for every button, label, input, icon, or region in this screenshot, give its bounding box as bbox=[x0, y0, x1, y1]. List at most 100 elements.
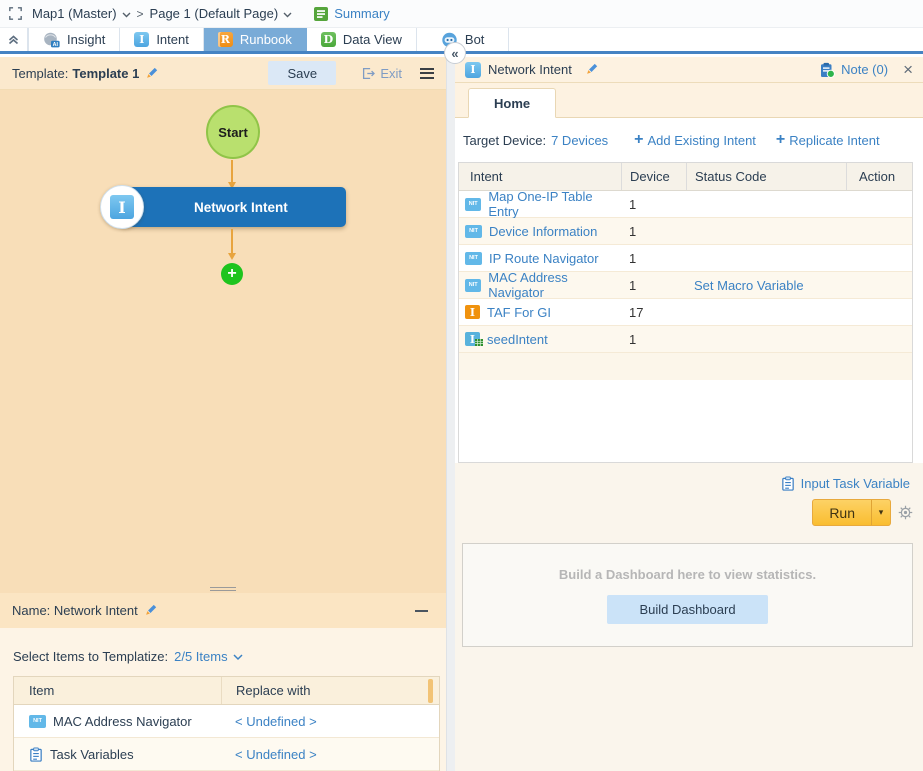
target-device-label: Target Device: bbox=[463, 132, 547, 148]
intent-icon: I bbox=[465, 61, 481, 78]
add-step-button[interactable]: + bbox=[221, 263, 243, 285]
tab-label: Bot bbox=[464, 32, 485, 47]
note-icon bbox=[819, 62, 835, 78]
tab-home[interactable]: Home bbox=[468, 88, 557, 118]
device-count: 1 bbox=[629, 250, 637, 266]
chevron-down-icon[interactable] bbox=[283, 6, 292, 21]
page-title[interactable]: Page 1 (Default Page) bbox=[150, 6, 279, 21]
status-code-link[interactable]: Set Macro Variable bbox=[686, 272, 846, 298]
intent-icon: I bbox=[134, 32, 150, 47]
device-count: 17 bbox=[629, 304, 644, 320]
undefined-link[interactable]: < Undefined > bbox=[235, 714, 317, 729]
panel-collapse-button[interactable]: « bbox=[444, 42, 466, 64]
action-cell bbox=[846, 218, 912, 244]
intent-link[interactable]: MAC Address Navigator bbox=[488, 270, 621, 300]
summary-button[interactable]: Summary bbox=[314, 6, 390, 21]
device-count: 1 bbox=[629, 223, 637, 239]
app-window: Map1 (Master) > Page 1 (Default Page) Su… bbox=[0, 0, 923, 771]
action-cell bbox=[846, 191, 912, 217]
intent-link[interactable]: TAF For GI bbox=[487, 305, 551, 320]
replicate-intent-button[interactable]: + Replicate Intent bbox=[776, 132, 880, 148]
minimize-icon[interactable] bbox=[415, 609, 428, 612]
exit-icon bbox=[362, 67, 376, 80]
start-node[interactable]: Start bbox=[206, 105, 260, 159]
edit-pencil-icon[interactable] bbox=[145, 67, 158, 80]
data-view-icon: D bbox=[320, 32, 336, 47]
table-row[interactable]: NIT Map One-IP Table Entry 1 bbox=[459, 189, 912, 219]
run-button[interactable]: Run bbox=[813, 500, 871, 525]
network-intent-node[interactable]: Network Intent bbox=[120, 187, 346, 227]
note-button[interactable]: Note (0) bbox=[819, 62, 888, 78]
column-header-item: Item bbox=[29, 683, 55, 698]
runbook-editor: Template: Template 1 Save Exit Start Net… bbox=[0, 57, 446, 771]
table-row[interactable]: NIT IP Route Navigator 1 bbox=[459, 245, 912, 272]
map-title[interactable]: Map1 (Master) bbox=[32, 6, 117, 21]
device-count: 1 bbox=[629, 277, 637, 293]
intent-link[interactable]: Map One-IP Table Entry bbox=[488, 189, 621, 219]
table-row[interactable]: I seedIntent 1 bbox=[459, 326, 912, 353]
runbook-canvas[interactable]: Start Network Intent I + bbox=[0, 90, 446, 585]
input-task-variable-button[interactable]: Input Task Variable bbox=[455, 476, 910, 491]
add-existing-intent-button[interactable]: + Add Existing Intent bbox=[634, 132, 756, 148]
status-code[interactable] bbox=[686, 191, 846, 217]
nit-icon: NIT bbox=[29, 714, 46, 728]
select-items-value[interactable]: 2/5 Items bbox=[174, 649, 227, 664]
target-device-value[interactable]: 7 Devices bbox=[551, 133, 608, 148]
table-row[interactable]: Task Variables < Undefined > bbox=[14, 738, 439, 771]
tab-data-view[interactable]: D Data View bbox=[307, 28, 417, 51]
run-split-button[interactable]: Run ▾ bbox=[812, 499, 891, 526]
status-code[interactable] bbox=[686, 299, 846, 325]
name-label: Name: bbox=[12, 603, 51, 618]
tab-runbook[interactable]: R Runbook bbox=[203, 28, 307, 51]
table-row[interactable]: I TAF For GI 17 bbox=[459, 299, 912, 326]
undefined-link[interactable]: < Undefined > bbox=[235, 747, 317, 762]
template-bar: Template: Template 1 Save Exit bbox=[0, 57, 446, 90]
nit-icon: NIT bbox=[465, 251, 482, 265]
intent-link[interactable]: Device Information bbox=[489, 224, 597, 239]
templatize-panel: Select Items to Templatize: 2/5 Items It… bbox=[0, 628, 446, 771]
device-count: 1 bbox=[629, 331, 637, 347]
table-row[interactable]: NIT MAC Address Navigator 1 Set Macro Va… bbox=[459, 270, 912, 300]
settings-gear-icon[interactable] bbox=[898, 505, 913, 520]
intent-name-bar: Name: Network Intent bbox=[0, 593, 446, 628]
tab-intent[interactable]: I Intent bbox=[120, 28, 204, 51]
exit-button[interactable]: Exit bbox=[362, 66, 402, 81]
build-dashboard-button[interactable]: Build Dashboard bbox=[607, 594, 768, 624]
scrollbar-thumb[interactable] bbox=[428, 679, 433, 703]
intent-node-icon[interactable]: I bbox=[100, 185, 144, 229]
status-code[interactable] bbox=[686, 245, 846, 271]
close-icon[interactable]: × bbox=[903, 61, 913, 78]
dashboard-hint: Build a Dashboard here to view statistic… bbox=[558, 566, 817, 582]
task-variables-icon bbox=[29, 746, 43, 762]
panel-title: Network Intent bbox=[488, 62, 572, 77]
table-row[interactable]: NIT MAC Address Navigator < Undefined > bbox=[14, 705, 439, 738]
edit-pencil-icon[interactable] bbox=[585, 63, 598, 76]
panel-header: I Network Intent Note (0) × bbox=[455, 57, 923, 83]
chevron-down-icon[interactable] bbox=[233, 649, 243, 664]
item-label: MAC Address Navigator bbox=[53, 713, 192, 729]
table-row[interactable]: NIT Device Information 1 bbox=[459, 218, 912, 245]
plus-icon: + bbox=[634, 131, 644, 148]
panel-tab-bar: Home bbox=[455, 83, 923, 118]
panel-splitter-handle[interactable] bbox=[0, 585, 446, 593]
menu-icon[interactable] bbox=[420, 67, 434, 79]
save-button[interactable]: Save bbox=[268, 61, 337, 85]
run-dropdown-caret[interactable]: ▾ bbox=[871, 500, 890, 525]
summary-label: Summary bbox=[334, 6, 390, 21]
intent-link[interactable]: IP Route Navigator bbox=[489, 251, 599, 266]
chevron-down-icon[interactable] bbox=[122, 6, 131, 21]
fullscreen-icon[interactable] bbox=[9, 7, 22, 20]
action-cell bbox=[846, 299, 912, 325]
status-code[interactable] bbox=[686, 218, 846, 244]
select-items-label: Select Items to Templatize: bbox=[13, 649, 169, 664]
note-label: Note (0) bbox=[841, 62, 889, 77]
action-cell bbox=[846, 272, 912, 298]
tab-insight[interactable]: AI Insight bbox=[28, 28, 121, 51]
flow-connector bbox=[231, 160, 233, 184]
exit-label: Exit bbox=[380, 65, 402, 81]
intent-link[interactable]: seedIntent bbox=[487, 332, 548, 347]
collapse-up-icon[interactable] bbox=[0, 28, 28, 51]
edit-pencil-icon[interactable] bbox=[144, 604, 157, 617]
status-code[interactable] bbox=[686, 326, 846, 352]
device-count: 1 bbox=[629, 196, 637, 212]
